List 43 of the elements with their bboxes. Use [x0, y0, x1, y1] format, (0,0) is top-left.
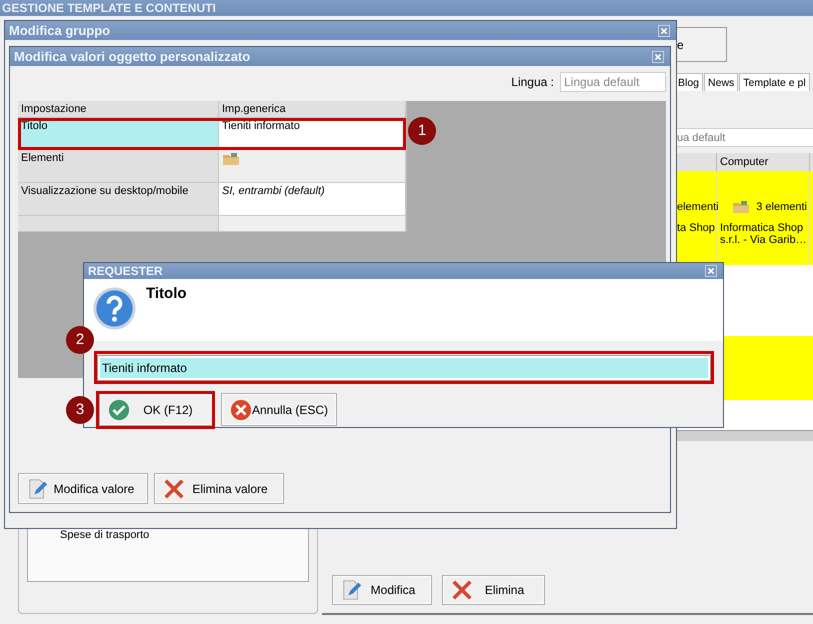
edit-button[interactable]: Modifica	[332, 575, 432, 605]
ok-button[interactable]: OK (F12)	[99, 393, 215, 426]
delete-icon	[163, 478, 185, 500]
close-icon[interactable]	[705, 265, 717, 277]
tab[interactable]: News	[704, 73, 738, 91]
close-icon[interactable]	[652, 50, 664, 62]
table-cell[interactable]	[18, 216, 219, 232]
check-icon	[108, 398, 130, 420]
close-icon[interactable]	[658, 24, 670, 36]
dialog-title: Modifica valori oggetto personalizzato	[14, 49, 250, 64]
dialog-heading: Titolo	[146, 285, 187, 302]
dialog-title: Modifica gruppo	[9, 23, 110, 38]
cancel-icon	[230, 398, 252, 420]
language-field[interactable]: Lingua default	[560, 72, 666, 92]
folder-icon	[222, 152, 240, 166]
delete-button[interactable]: Elimina	[442, 575, 545, 605]
table-row[interactable]: ta Shop Informatica Shop s.r.l. - Via Garib…	[677, 220, 813, 265]
delete-button[interactable]: Elimina valore	[154, 473, 284, 504]
table-cell[interactable]	[219, 216, 406, 232]
folder-icon	[732, 200, 750, 214]
tab[interactable]: Blog	[674, 73, 704, 91]
table-header: Impostazione	[18, 101, 219, 118]
scrollbar[interactable]	[677, 430, 813, 441]
table-cell[interactable]: Visualizzazione su desktop/mobile	[18, 183, 219, 216]
table-cell[interactable]	[219, 150, 406, 183]
table-cell: Informatica Shop s.r.l. - Via Garib…	[720, 222, 807, 246]
cancel-button[interactable]: Annulla (ESC)	[221, 393, 337, 426]
language-label: Lingua :	[511, 75, 554, 89]
table-cell[interactable]: Elementi	[18, 150, 219, 183]
pencil-document-icon	[27, 478, 49, 500]
question-icon	[93, 287, 136, 330]
edit-button[interactable]: Modifica valore	[18, 473, 148, 504]
app-title: GESTIONE TEMPLATE E CONTENUTI	[2, 1, 216, 15]
dialog-title: REQUESTER	[88, 264, 163, 278]
table-cell[interactable]: SI, entrambi (default)	[219, 183, 406, 216]
pencil-document-icon	[341, 579, 363, 601]
delete-icon	[451, 579, 473, 601]
tab[interactable]: Template e pl	[739, 73, 810, 91]
table-cell: 3 elementi	[756, 200, 807, 212]
table-header: Imp.generica	[219, 101, 406, 118]
tree-item[interactable]: Spese di trasporto	[60, 529, 150, 541]
input-field[interactable]: Tieniti informato	[97, 355, 711, 381]
table-cell: ta Shop	[677, 222, 715, 234]
